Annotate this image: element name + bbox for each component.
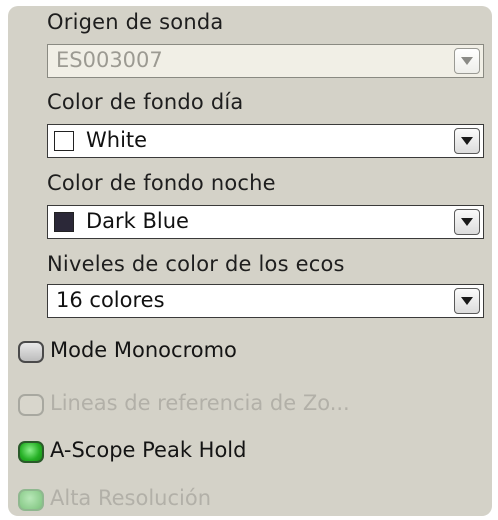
dark-blue-swatch-icon [54,212,74,232]
checkbox-unchecked-icon [18,394,44,416]
day-background-dropdown-button[interactable] [454,128,480,154]
echo-color-levels-label: Niveles de color de los ecos [47,252,345,276]
night-background-label: Color de fondo noche [47,171,276,195]
day-background-select[interactable]: White [47,124,484,158]
day-background-label: Color de fondo día [47,90,244,114]
night-background-dropdown-button[interactable] [454,209,480,235]
day-background-value: White [86,128,148,152]
zone-reference-lines-label: Lineas de referencia de Zo... [50,391,350,415]
night-background-select[interactable]: Dark Blue [47,205,484,239]
origin-value: ES003007 [56,48,163,72]
origin-select: ES003007 [47,44,484,78]
origin-label: Origen de sonda [47,10,224,34]
a-scope-peak-hold-label: A-Scope Peak Hold [50,438,247,462]
night-background-value: Dark Blue [86,209,189,233]
origin-dropdown-button [454,48,480,74]
echo-color-levels-select[interactable]: 16 colores [47,284,484,318]
white-swatch-icon [54,131,74,151]
checkbox-checked-icon [18,441,44,463]
high-resolution-label: Alta Resolución [50,486,212,510]
echo-color-levels-value: 16 colores [56,288,165,312]
checkbox-unchecked-icon [18,341,44,363]
echo-color-levels-dropdown-button[interactable] [454,288,480,314]
monochrome-mode-label: Mode Monocromo [50,338,237,362]
checkbox-checked-icon [18,489,44,511]
